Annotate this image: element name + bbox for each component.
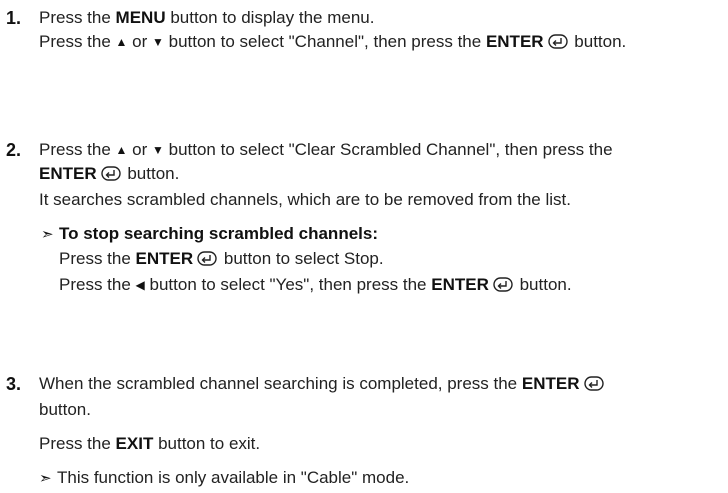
enter-button-label: ENTER: [431, 275, 489, 294]
text: Press the: [39, 8, 116, 27]
text: Press the: [39, 434, 116, 453]
down-triangle-icon: ▼: [152, 35, 164, 49]
exit-button-label: EXIT: [115, 434, 154, 453]
step-3-body: When the scrambled channel searching is …: [39, 372, 723, 491]
enter-icon: [493, 275, 513, 299]
up-triangle-icon: ▲: [115, 35, 128, 49]
enter-icon: [583, 374, 604, 398]
step-1-line-1: Press the MENU button to display the men…: [39, 6, 723, 30]
text: Press the: [59, 275, 136, 294]
text: button.: [569, 32, 627, 51]
text: Press the: [39, 32, 116, 51]
note-line-2: Press the ◀ button to select "Yes", then…: [41, 273, 723, 299]
text: or: [127, 32, 152, 51]
note-title: To stop searching scrambled channels:: [59, 224, 378, 243]
text: Press the: [39, 140, 116, 159]
note-block: ➣ To stop searching scrambled channels: P…: [41, 222, 723, 299]
up-triangle-icon: ▲: [115, 143, 128, 157]
step-2-line-2: ENTER button.: [39, 162, 723, 188]
enter-button-label: ENTER: [521, 374, 580, 393]
text: button to display the menu.: [165, 8, 375, 27]
text: or: [127, 140, 152, 159]
note-text: This function is only available in "Cabl…: [57, 468, 410, 487]
note-title-line: ➣ To stop searching scrambled channels:: [41, 222, 723, 247]
text: button.: [122, 164, 180, 183]
text: button to exit.: [153, 434, 261, 453]
text: Press the: [59, 249, 136, 268]
step-number: 3.: [6, 374, 22, 394]
text: When the scrambled channel searching is …: [39, 374, 522, 393]
step-3-line-1: When the scrambled channel searching is …: [39, 372, 723, 398]
enter-icon: [197, 249, 217, 273]
down-triangle-icon: ▼: [152, 143, 164, 157]
step-2-line-1: Press the ▲ or ▼ button to select "Clear…: [39, 138, 723, 162]
enter-button-label: ENTER: [39, 164, 97, 183]
step-1-line-2: Press the ▲ or ▼ button to select "Chann…: [39, 30, 723, 56]
note-line: ➣ This function is only available in "Cab…: [39, 466, 723, 491]
enter-icon: [547, 32, 568, 56]
enter-icon: [100, 164, 121, 188]
step-1-body: Press the MENU button to display the men…: [39, 6, 723, 56]
note-line-1: Press the ENTER button to select Stop.: [41, 247, 723, 273]
step-2-body: Press the ▲ or ▼ button to select "Clear…: [39, 138, 723, 299]
menu-button-label: MENU: [115, 8, 166, 27]
enter-button-label: ENTER: [135, 249, 194, 268]
step-number: 2.: [6, 140, 22, 160]
step-3-line-3: Press the EXIT button to exit.: [39, 432, 723, 456]
step-number: 1.: [6, 8, 22, 28]
step-3-line-2: button.: [39, 400, 91, 419]
text: button to select Stop.: [219, 249, 384, 268]
note-arrow-icon: ➣: [39, 470, 52, 487]
step-2-line-3: It searches scrambled channels, which ar…: [39, 190, 571, 209]
text: button.: [514, 275, 572, 294]
text: button to select "Channel", then press t…: [163, 32, 486, 51]
note-arrow-icon: ➣: [41, 226, 54, 243]
left-triangle-icon: ◀: [135, 278, 145, 292]
text: button to select "Yes", then press the: [144, 275, 432, 294]
enter-button-label: ENTER: [485, 32, 544, 51]
text: button to select "Clear Scrambled Channe…: [163, 140, 613, 159]
